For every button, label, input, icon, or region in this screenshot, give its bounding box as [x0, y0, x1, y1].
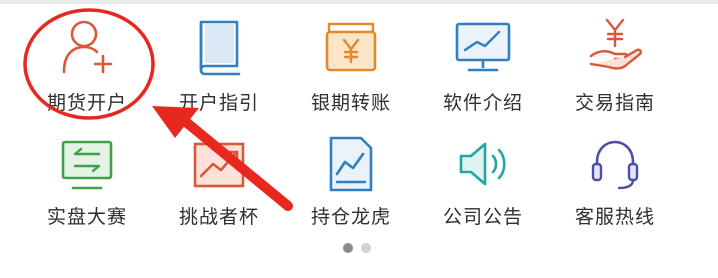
- menu-item-company-notice[interactable]: 公司公告: [418, 0, 548, 228]
- page-dot-active[interactable]: [343, 243, 353, 253]
- menu-panel: 期货开户 开户指引 银期转账 软件介绍 交易指南 实盘大赛 挑战者杯 持仓龙虎 …: [0, 0, 718, 278]
- menu-item-label: 公司公告: [442, 206, 523, 228]
- menu-item-challenger-cup[interactable]: 挑战者杯: [154, 0, 284, 228]
- headset-icon: [591, 140, 639, 190]
- exchange-monitor-icon: [61, 140, 113, 190]
- trend-up-icon: [193, 142, 245, 188]
- menu-item-position-ranking[interactable]: 持仓龙虎: [286, 0, 416, 228]
- speaker-icon: [459, 142, 506, 186]
- page-indicator: [339, 243, 379, 255]
- menu-grid: 期货开户 开户指引 银期转账 软件介绍 交易指南 实盘大赛 挑战者杯 持仓龙虎 …: [0, 0, 718, 240]
- menu-item-label: 持仓龙虎: [310, 206, 391, 228]
- page-dot-inactive[interactable]: [361, 243, 371, 253]
- menu-item-service-hotline[interactable]: 客服热线: [550, 0, 680, 228]
- menu-item-label: 客服热线: [574, 206, 655, 228]
- menu-item-label: 挑战者杯: [178, 206, 259, 228]
- chart-document-icon: [329, 136, 373, 192]
- menu-item-label: 实盘大赛: [46, 206, 127, 228]
- menu-item-live-contest[interactable]: 实盘大赛: [22, 0, 152, 228]
